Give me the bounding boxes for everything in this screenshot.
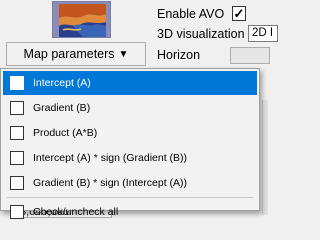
- map-thumbnail: [52, 1, 111, 38]
- visualization-label: 3D visualization: [157, 27, 245, 41]
- horizon-label: Horizon: [157, 48, 201, 62]
- menu-item-gradient-sign-intercept[interactable]: Gradient (B) * sign (Intercept (A)): [3, 171, 257, 195]
- map-parameters-label: Map parameters: [23, 47, 115, 61]
- menu-item-label: Check/uncheck all: [33, 206, 119, 218]
- menu-item-label: Product (A*B): [33, 127, 98, 139]
- enable-avo-checkbox[interactable]: ✓: [232, 6, 246, 21]
- map-parameters-menu: Intercept (A) Gradient (B) Product (A*B)…: [0, 68, 260, 219]
- menu-item-product[interactable]: Product (A*B): [3, 121, 257, 145]
- side-scrollbar[interactable]: [262, 100, 268, 215]
- map-parameters-button[interactable]: Map parameters ▼: [6, 42, 146, 66]
- checkbox-icon[interactable]: [10, 126, 24, 140]
- horizon-field[interactable]: [230, 47, 270, 64]
- checkbox-icon[interactable]: [10, 176, 24, 190]
- checkbox-icon[interactable]: [10, 205, 24, 219]
- checkbox-icon[interactable]: [10, 76, 24, 90]
- menu-item-check-all[interactable]: Check/uncheck all: [3, 200, 257, 224]
- caret-down-icon: ▼: [118, 48, 129, 60]
- menu-item-intercept[interactable]: Intercept (A): [3, 71, 257, 95]
- menu-separator: [7, 197, 253, 198]
- menu-item-intercept-sign-gradient[interactable]: Intercept (A) * sign (Gradient (B)): [3, 146, 257, 170]
- menu-item-label: Gradient (B): [33, 102, 91, 114]
- menu-item-gradient[interactable]: Gradient (B): [3, 96, 257, 120]
- visualization-select[interactable]: 2D I: [248, 25, 278, 42]
- checkmark-icon: ✓: [233, 6, 245, 21]
- menu-item-label: Intercept (A) * sign (Gradient (B)): [33, 152, 188, 164]
- checkbox-icon[interactable]: [10, 151, 24, 165]
- menu-item-label: Intercept (A): [33, 77, 91, 89]
- menu-item-label: Gradient (B) * sign (Intercept (A)): [33, 177, 188, 189]
- checkbox-icon[interactable]: [10, 101, 24, 115]
- map-thumbnail-icon: [53, 2, 110, 37]
- enable-avo-label: Enable AVO: [157, 7, 225, 21]
